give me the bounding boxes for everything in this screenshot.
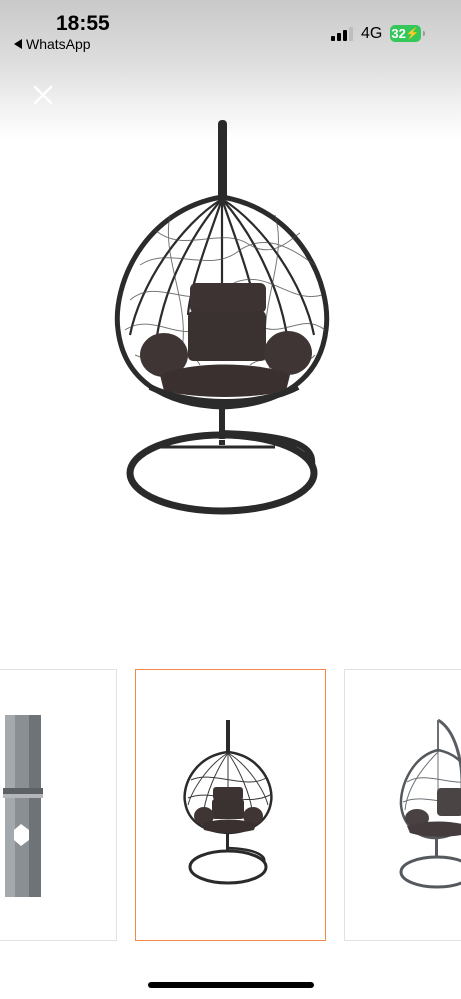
- thumbnail-pole-image: [3, 715, 43, 897]
- close-icon[interactable]: [30, 82, 56, 108]
- main-product-image: [114, 120, 330, 515]
- back-app-label: WhatsApp: [26, 36, 91, 52]
- battery-level: 32: [391, 26, 406, 41]
- back-arrow-icon: [14, 39, 22, 49]
- thumbnail-egg-chair-image: [183, 720, 273, 885]
- home-indicator[interactable]: [148, 982, 314, 988]
- thumbnail-pole-detail[interactable]: [0, 669, 117, 941]
- status-bar: 18:55 WhatsApp 4G 32 ⚡: [0, 0, 461, 60]
- thumbnail-egg-chair[interactable]: [135, 669, 326, 941]
- thumbnail-egg-chair-side[interactable]: [344, 669, 461, 941]
- network-type: 4G: [361, 25, 383, 42]
- back-to-app-link[interactable]: WhatsApp: [14, 36, 91, 52]
- signal-icon: [331, 27, 353, 41]
- battery-icon: 32 ⚡: [390, 25, 425, 42]
- thumbnail-egg-chair-side-image: [399, 718, 461, 889]
- status-time: 18:55: [56, 12, 110, 35]
